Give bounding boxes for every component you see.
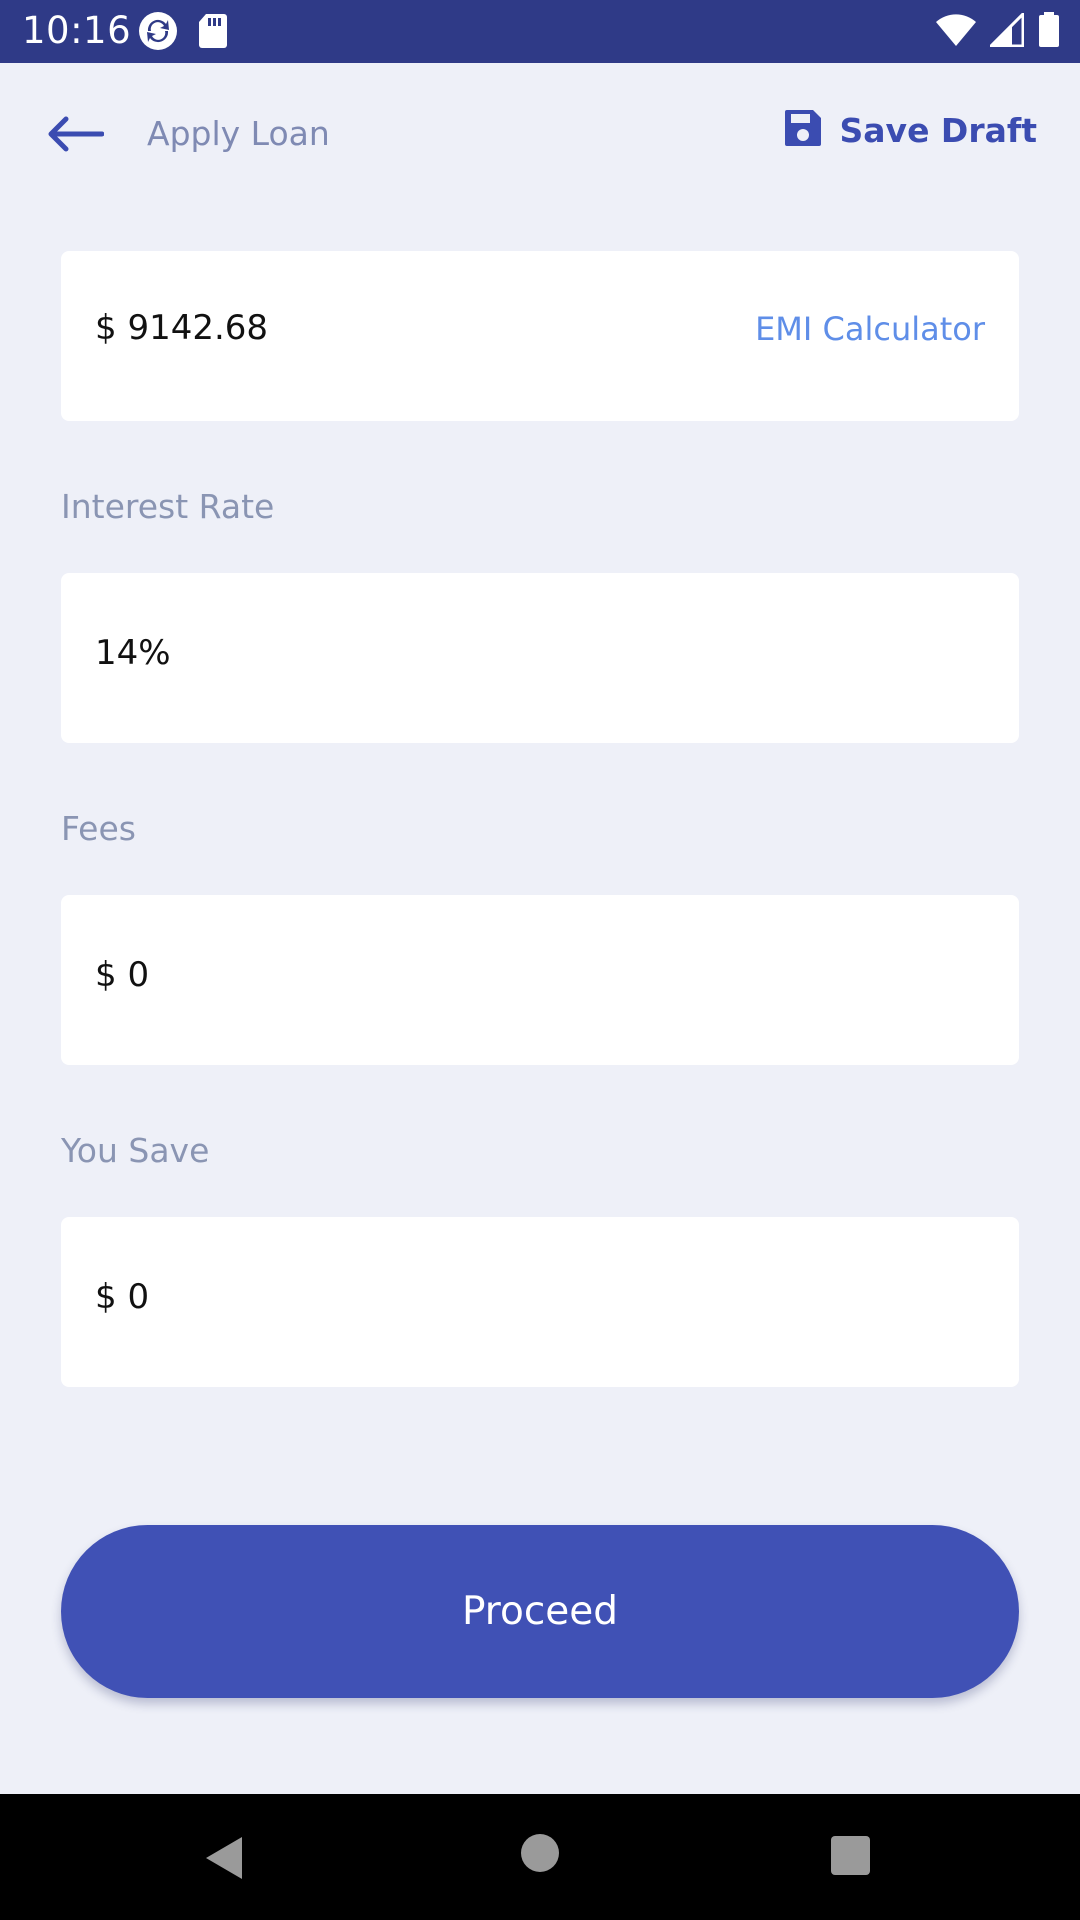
app-bar: Apply Loan Save Draft [0,63,1080,209]
page-title: Apply Loan [147,114,330,153]
loan-amount-value: $ 9142.68 [95,308,269,348]
back-triangle-icon[interactable] [205,1836,243,1884]
save-draft-button[interactable]: Save Draft [784,109,1037,151]
system-nav-bar [0,1794,1080,1920]
emi-calculator-link[interactable]: EMI Calculator [755,310,985,348]
arrow-left-icon [46,114,105,158]
you-save-field[interactable]: $ 0 [61,1217,1019,1387]
interest-rate-label: Interest Rate [61,487,275,526]
fees-label: Fees [61,809,136,848]
interest-rate-value: 14% [95,633,171,673]
save-draft-label: Save Draft [839,110,1037,150]
you-save-label: You Save [61,1131,210,1170]
proceed-button[interactable]: Proceed [61,1525,1019,1698]
wifi-icon [936,13,976,51]
status-left-icons [138,11,228,55]
status-right-icons [936,10,1060,52]
interest-rate-field[interactable]: 14% [61,573,1019,743]
home-circle-icon[interactable] [521,1834,559,1872]
you-save-value: $ 0 [95,1277,150,1317]
proceed-label: Proceed [461,1589,619,1634]
status-bar: 10:16 [0,0,1080,63]
loan-amount-field[interactable]: $ 9142.68 EMI Calculator [61,251,1019,421]
fees-value: $ 0 [95,955,150,995]
recents-square-icon[interactable] [831,1836,870,1875]
cellular-signal-icon [987,10,1025,51]
sync-icon [138,11,178,55]
sd-card-icon [198,13,228,53]
fees-field[interactable]: $ 0 [61,895,1019,1065]
back-button[interactable] [40,111,110,161]
status-time: 10:16 [22,9,132,52]
battery-icon [1038,12,1060,52]
save-icon [784,109,822,151]
